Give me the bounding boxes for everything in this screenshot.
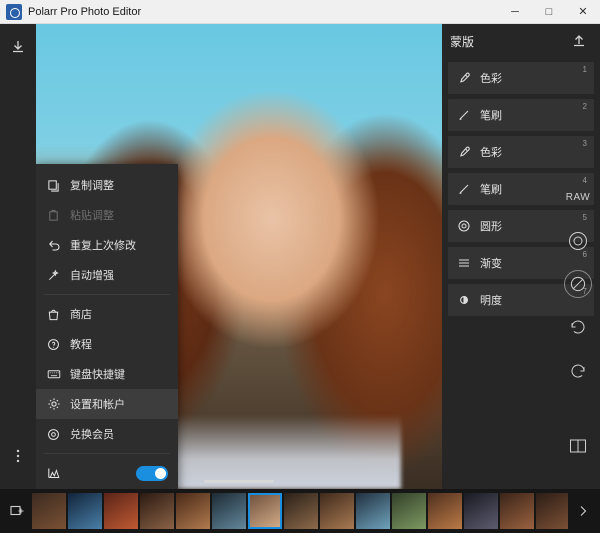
- thumbnail[interactable]: [140, 493, 174, 529]
- thumbnail-selected[interactable]: [248, 493, 282, 529]
- menu-item-auto-enhance[interactable]: 自动增强: [36, 260, 178, 290]
- canvas-scroll-handle[interactable]: [204, 480, 274, 483]
- eyedropper-icon: [456, 145, 471, 160]
- window-title: Polarr Pro Photo Editor: [28, 5, 142, 18]
- thumbnail[interactable]: [212, 493, 246, 529]
- polarr-window: Polarr Pro Photo Editor ─ □ ✕ 复制调整 粘贴调整 …: [0, 0, 600, 533]
- history-undo-icon[interactable]: [563, 312, 593, 342]
- copy-icon: [46, 178, 61, 193]
- menu-item-tutorial[interactable]: 教程: [36, 329, 178, 359]
- left-toolbar: [0, 24, 36, 489]
- reset-rotate-icon[interactable]: [563, 356, 593, 386]
- magic-wand-icon: [46, 268, 61, 283]
- app-logo-icon: [6, 3, 22, 20]
- menu-label: 键盘快捷键: [70, 369, 125, 381]
- eyedropper-icon: [456, 71, 471, 86]
- paste-icon: [46, 208, 61, 223]
- gear-icon: [46, 397, 61, 412]
- menu-label: 兑换会员: [70, 429, 114, 441]
- mask-label: 色彩: [480, 73, 502, 85]
- brightness-icon: [456, 293, 471, 308]
- title-bar: Polarr Pro Photo Editor ─ □ ✕: [0, 0, 600, 24]
- add-photos-icon[interactable]: [4, 503, 30, 519]
- mask-label: 笔刷: [480, 184, 502, 196]
- menu-separator: [44, 294, 170, 295]
- redeem-icon: [46, 427, 61, 442]
- close-button[interactable]: ✕: [566, 0, 600, 24]
- menu-item-store[interactable]: 商店: [36, 299, 178, 329]
- menu-label: 设置和帐户: [70, 399, 125, 411]
- thumbnail[interactable]: [428, 493, 462, 529]
- thumbnail-list[interactable]: [32, 493, 568, 529]
- menu-item-paste-adjustments[interactable]: 粘贴调整: [36, 200, 178, 230]
- menu-label: 教程: [70, 339, 92, 351]
- minimize-button[interactable]: ─: [498, 0, 532, 24]
- right-panel-title: 蒙版: [450, 34, 475, 49]
- right-tool-rail: RAW: [556, 24, 600, 489]
- thumbnail[interactable]: [500, 493, 534, 529]
- thumbnail[interactable]: [392, 493, 426, 529]
- menu-item-settings-and-account[interactable]: 设置和帐户: [36, 389, 178, 419]
- context-menu: 复制调整 粘贴调整 重复上次修改 自动增强 商店 教程 键盘快捷键 设置和帐户 …: [36, 164, 178, 489]
- mask-label: 渐变: [480, 258, 502, 270]
- maximize-button[interactable]: □: [532, 0, 566, 24]
- gradient-icon: [456, 256, 471, 271]
- filmstrip: [0, 489, 600, 533]
- shopping-bag-icon: [46, 307, 61, 322]
- thumbnail[interactable]: [176, 493, 210, 529]
- thumbnail[interactable]: [32, 493, 66, 529]
- more-options-icon[interactable]: [5, 443, 31, 469]
- raw-label[interactable]: RAW: [563, 182, 593, 212]
- thumbnail[interactable]: [320, 493, 354, 529]
- thumbnail[interactable]: [464, 493, 498, 529]
- brush-icon: [456, 182, 471, 197]
- brush-icon: [456, 108, 471, 123]
- no-mask-tool-icon[interactable]: [564, 270, 592, 298]
- menu-label: 自动增强: [70, 270, 114, 282]
- histogram-icon: [46, 466, 61, 481]
- mask-label: 色彩: [480, 147, 502, 159]
- window-controls: ─ □ ✕: [498, 0, 600, 24]
- thumbnail[interactable]: [68, 493, 102, 529]
- thumbnail[interactable]: [536, 493, 568, 529]
- menu-item-repeat-last-edit[interactable]: 重复上次修改: [36, 230, 178, 260]
- circle-shape-icon: [456, 219, 471, 234]
- main-body: 复制调整 粘贴调整 重复上次修改 自动增强 商店 教程 键盘快捷键 设置和帐户 …: [0, 24, 600, 489]
- undo-arrow-icon: [46, 238, 61, 253]
- menu-label: 复制调整: [70, 180, 114, 192]
- image-canvas[interactable]: 复制调整 粘贴调整 重复上次修改 自动增强 商店 教程 键盘快捷键 设置和帐户 …: [36, 24, 442, 489]
- radial-tool-icon[interactable]: [563, 226, 593, 256]
- thumbnail[interactable]: [104, 493, 138, 529]
- mask-label: 圆形: [480, 221, 502, 233]
- mask-label: 笔刷: [480, 110, 502, 122]
- menu-item-redeem-membership[interactable]: 兑换会员: [36, 419, 178, 449]
- help-circle-icon: [46, 337, 61, 352]
- menu-label: 粘贴调整: [70, 210, 114, 222]
- rgb-histogram-toggle[interactable]: [136, 465, 168, 481]
- compare-split-icon[interactable]: [563, 431, 593, 461]
- menu-item-rgb-histogram[interactable]: [36, 458, 178, 488]
- menu-separator: [44, 453, 170, 454]
- mask-label: 明度: [480, 295, 502, 307]
- download-icon[interactable]: [5, 34, 31, 60]
- right-panel: 蒙版 色彩 1 笔刷 2 色彩 3 笔刷 4 圆形 5 渐变 6 明度 7 RA…: [442, 24, 600, 489]
- thumbnail[interactable]: [284, 493, 318, 529]
- menu-label: 重复上次修改: [70, 240, 136, 252]
- thumbnail[interactable]: [356, 493, 390, 529]
- collapse-filmstrip-icon[interactable]: [570, 503, 596, 519]
- menu-item-keyboard-shortcuts[interactable]: 键盘快捷键: [36, 359, 178, 389]
- menu-item-copy-adjustments[interactable]: 复制调整: [36, 170, 178, 200]
- keyboard-icon: [46, 367, 61, 382]
- menu-label: 商店: [70, 309, 92, 321]
